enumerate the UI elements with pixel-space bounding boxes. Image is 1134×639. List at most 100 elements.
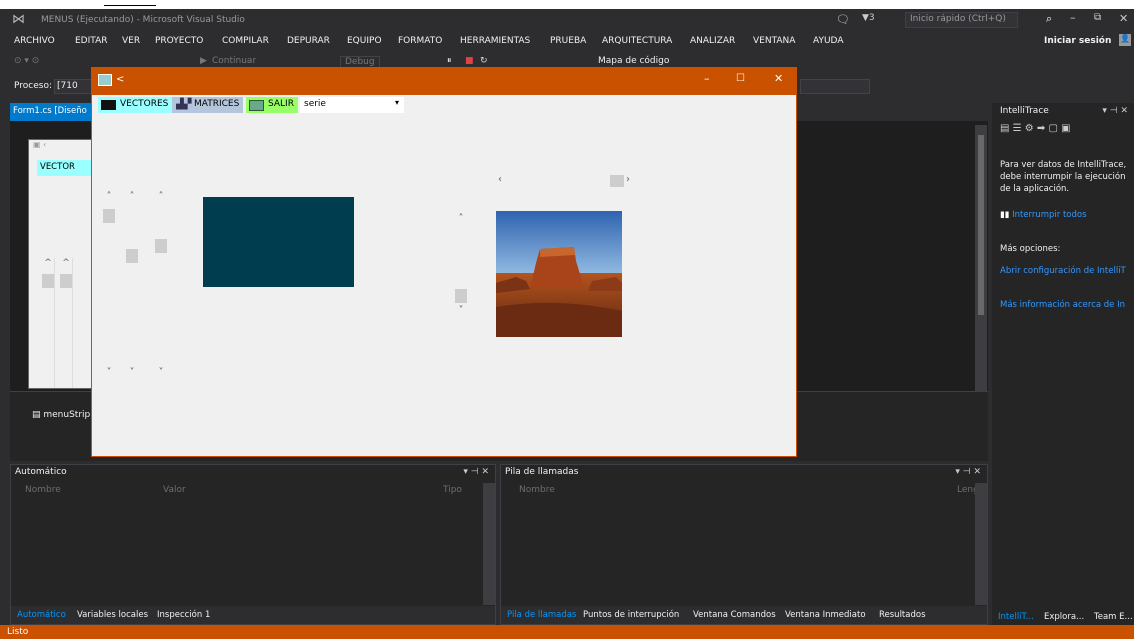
vscrollbar-2[interactable]: ˄ ˅	[125, 191, 139, 381]
thread-dropdown[interactable]	[800, 79, 870, 94]
designer-menu-item[interactable]: VECTOR	[37, 160, 93, 176]
tab-locals[interactable]: Variables locales	[77, 610, 148, 620]
menu-matrices[interactable]: ▟▞ MATRICES	[172, 97, 244, 113]
tab-team-explorer[interactable]: Team E...	[1094, 612, 1133, 622]
scroll-up-icon[interactable]: ˄	[102, 191, 116, 202]
autos-panel-controls[interactable]: ▾ ⊣ ✕	[463, 467, 489, 477]
visual-studio-window: ⋈ MENUS (Ejecutando) - Microsoft Visual …	[0, 9, 1134, 639]
scroll-thumb[interactable]	[610, 175, 624, 187]
form-title-bar[interactable]: < – ☐ ✕	[92, 68, 796, 95]
tab-callstack[interactable]: Pila de llamadas	[507, 610, 576, 620]
menu-archivo[interactable]: ARCHIVO	[14, 36, 55, 46]
menu-equipo[interactable]: EQUIPO	[347, 36, 382, 46]
process-dropdown[interactable]: [710	[54, 79, 94, 94]
document-tab[interactable]: Form1.cs [Diseño	[10, 103, 92, 121]
autos-scrollbar[interactable]	[483, 483, 495, 605]
more-info-link[interactable]: Más información acerca de In	[1000, 299, 1134, 311]
search-icon[interactable]: ⌕	[1046, 12, 1052, 26]
close-button[interactable]: ✕	[1119, 12, 1128, 25]
serie-combobox[interactable]: serie ▾	[300, 97, 404, 113]
scroll-left-icon[interactable]: ‹	[498, 174, 502, 185]
form-maximize-button[interactable]: ☐	[736, 73, 745, 84]
autos-bottom-tabs: Automático Variables locales Inspección …	[11, 606, 495, 624]
menu-salir[interactable]: SALIR	[246, 97, 298, 113]
menu-herramientas[interactable]: HERRAMIENTAS	[460, 36, 530, 46]
open-config-link[interactable]: Abrir configuración de IntelliT	[1000, 265, 1134, 277]
callstack-col-name[interactable]: Nombre	[519, 485, 555, 495]
menu-depurar[interactable]: DEPURAR	[287, 36, 330, 46]
menu-ventana[interactable]: VENTANA	[753, 36, 795, 46]
menu-ver[interactable]: VER	[122, 36, 140, 46]
notifications-icon[interactable]: ▼3	[862, 13, 875, 23]
minimize-button[interactable]: –	[1070, 11, 1076, 24]
vscrollbar-4[interactable]: ˄ ˅	[454, 213, 468, 323]
callstack-scrollbar[interactable]	[975, 483, 987, 605]
code-map-button[interactable]: Mapa de código	[598, 56, 669, 66]
menu-ayuda[interactable]: AYUDA	[813, 36, 843, 46]
menu-compilar[interactable]: COMPILAR	[222, 36, 269, 46]
restore-button[interactable]: ⧉	[1094, 12, 1101, 23]
tab-explorer[interactable]: Explora...	[1044, 612, 1084, 622]
scroll-thumb[interactable]	[155, 239, 167, 253]
continue-button[interactable]: Continuar	[212, 56, 256, 66]
autos-title: Automático	[15, 467, 67, 477]
scroll-thumb[interactable]	[455, 289, 467, 303]
back-forward-icon[interactable]: ⊙ ▾ ⊙	[14, 56, 39, 66]
intellitrace-title: IntelliTrace	[1000, 106, 1049, 116]
intellitrace-toolbar-icons[interactable]: ▤ ☰ ⚙ ➡ ▢ ▣	[1000, 123, 1071, 134]
hscrollbar[interactable]: ‹ ›	[496, 174, 632, 188]
serie-combobox-value: serie	[304, 99, 326, 109]
form-minimize-button[interactable]: –	[704, 72, 710, 85]
autos-col-name[interactable]: Nombre	[25, 485, 61, 495]
designer-vertical-scrollbar[interactable]	[975, 125, 987, 391]
vscrollbar-3[interactable]: ˄ ˅	[154, 191, 168, 381]
pause-icon[interactable]: ⏸	[447, 56, 452, 66]
tab-autos[interactable]: Automático	[17, 610, 66, 620]
feedback-icon[interactable]: 🗨	[836, 13, 850, 26]
scroll-down-icon[interactable]: ˅	[454, 305, 468, 316]
vscrollbar-1[interactable]: ˄ ˅	[102, 191, 116, 381]
tab-command-window[interactable]: Ventana Comandos	[693, 610, 776, 620]
designer-scrollbar-2[interactable]: ^	[59, 258, 73, 388]
more-options-label: Más opciones:	[1000, 244, 1061, 254]
autos-col-type[interactable]: Tipo	[443, 485, 462, 495]
designer-scrollbar-1[interactable]: ^	[41, 258, 55, 388]
menu-prueba[interactable]: PRUEBA	[550, 36, 586, 46]
scroll-right-icon[interactable]: ›	[626, 174, 630, 185]
menu-proyecto[interactable]: PROYECTO	[155, 36, 203, 46]
scroll-down-icon[interactable]: ˅	[125, 367, 139, 378]
menu-vectores[interactable]: VECTORES	[98, 97, 173, 113]
sign-in-link[interactable]: Iniciar sesión	[1044, 36, 1111, 46]
color-panel	[203, 197, 354, 287]
stop-icon[interactable]: ■	[465, 56, 474, 66]
menu-formato[interactable]: FORMATO	[398, 36, 442, 46]
account-icon[interactable]: 👤	[1119, 34, 1131, 46]
scroll-down-icon[interactable]: ˅	[102, 367, 116, 378]
scroll-up-icon[interactable]: ˄	[125, 191, 139, 202]
designer-form[interactable]: ▣ ‹ VECTOR ^ ^	[28, 139, 94, 389]
continue-icon[interactable]: ▶	[200, 56, 207, 66]
scroll-down-icon[interactable]: ˅	[154, 367, 168, 378]
autos-col-value[interactable]: Valor	[163, 485, 186, 495]
tab-breakpoints[interactable]: Puntos de interrupción	[583, 610, 679, 620]
menu-analizar[interactable]: ANALIZAR	[690, 36, 735, 46]
tab-intellitrace[interactable]: IntelliT...	[998, 612, 1034, 622]
callstack-panel-controls[interactable]: ▾ ⊣ ✕	[955, 467, 981, 477]
quick-launch-input[interactable]: Inicio rápido (Ctrl+Q)	[905, 12, 1018, 28]
menu-arquitectura[interactable]: ARQUITECTURA	[602, 36, 672, 46]
scroll-up-icon[interactable]: ˄	[154, 191, 168, 202]
restart-icon[interactable]: ↻	[480, 56, 488, 66]
chevron-down-icon[interactable]: ▾	[395, 98, 399, 107]
intellitrace-panel-controls[interactable]: ▾ ⊣ ✕	[1102, 106, 1128, 116]
form-close-button[interactable]: ✕	[774, 72, 783, 85]
scroll-up-icon[interactable]: ˄	[454, 213, 468, 224]
menustrip-component[interactable]: ▤ menuStrip	[32, 410, 90, 420]
scroll-thumb[interactable]	[126, 249, 138, 263]
tab-output[interactable]: Resultados	[879, 610, 926, 620]
running-form-window[interactable]: < – ☐ ✕ VECTORES ▟▞ MATRICES SALIR serie…	[91, 67, 797, 457]
tab-watch[interactable]: Inspección 1	[157, 610, 210, 620]
menu-editar[interactable]: EDITAR	[75, 36, 107, 46]
break-all-link[interactable]: ▮▮ Interrumpir todos	[1000, 209, 1087, 221]
scroll-thumb[interactable]	[103, 209, 115, 223]
tab-immediate-window[interactable]: Ventana Inmediato	[785, 610, 866, 620]
